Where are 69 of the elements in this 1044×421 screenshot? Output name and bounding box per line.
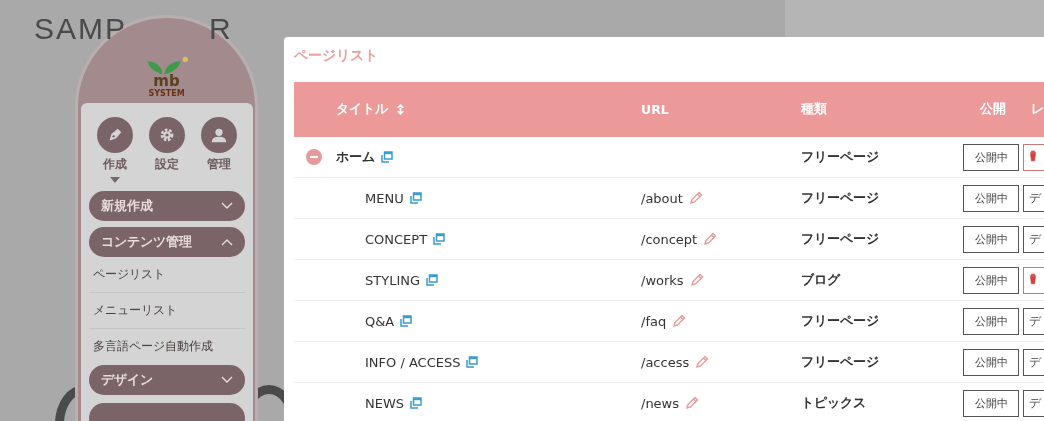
design-button[interactable]: デ	[1023, 307, 1044, 335]
menu-section[interactable]: 新規作成	[88, 191, 245, 221]
pencil-icon[interactable]	[689, 273, 704, 287]
page-url: /access	[641, 354, 690, 370]
design-button[interactable]: デ	[1023, 389, 1044, 417]
design-button[interactable]: デ	[1023, 225, 1044, 253]
page-type: ブログ	[801, 271, 840, 289]
publish-status-button[interactable]: 公開中	[963, 348, 1019, 376]
sort-icon[interactable]	[396, 103, 405, 116]
design-button[interactable]: デ	[1023, 348, 1044, 376]
page-type: フリーページ	[801, 148, 879, 166]
new-window-icon[interactable]	[426, 274, 438, 286]
new-window-icon[interactable]	[466, 356, 479, 368]
column-header: 種類	[801, 101, 827, 118]
menu-item[interactable]: メニューリスト	[88, 293, 245, 329]
chevron-up-icon	[220, 238, 233, 246]
menu-section[interactable]: コンテンツ管理	[88, 227, 245, 257]
page-type: フリーページ	[801, 230, 879, 248]
dialog-title: ページリスト	[294, 47, 379, 65]
page-title: INFO / ACCESS	[365, 354, 461, 370]
page-type: フリーページ	[801, 189, 879, 207]
page-type: トピックス	[801, 394, 866, 412]
design-button[interactable]: デ	[1023, 184, 1044, 212]
new-window-icon[interactable]	[381, 151, 393, 163]
column-header: レ	[1031, 101, 1044, 118]
new-window-icon[interactable]	[400, 315, 413, 327]
pencil-icon[interactable]	[672, 314, 687, 328]
publish-status-button[interactable]: 公開中	[963, 143, 1019, 171]
collapse-button[interactable]	[306, 149, 322, 165]
logo-subtext: SYSTEM	[148, 89, 185, 98]
page-url: /about	[641, 190, 683, 206]
page-title: NEWS	[365, 395, 405, 411]
page-title: Q&A	[365, 313, 395, 329]
site-title: R	[209, 14, 233, 44]
pencil-icon[interactable]	[685, 396, 700, 410]
publish-status-button[interactable]: 公開中	[963, 225, 1019, 253]
page-title: STYLING	[365, 272, 420, 288]
new-window-icon[interactable]	[410, 397, 423, 409]
column-header: 公開	[980, 101, 1006, 118]
pencil-icon[interactable]	[703, 232, 718, 246]
page-url: /faq	[641, 313, 667, 329]
pencil-icon[interactable]	[695, 355, 710, 369]
publish-status-button[interactable]: 公開中	[963, 184, 1019, 212]
trash-icon	[1029, 272, 1037, 285]
page-type: フリーページ	[801, 312, 879, 330]
menu-item[interactable]: 多言語ページ自動作成	[88, 329, 245, 359]
trash-icon	[1029, 149, 1037, 162]
publish-status-button[interactable]: 公開中	[963, 266, 1019, 294]
publish-status-button[interactable]: 公開中	[963, 307, 1019, 335]
menu-item[interactable]: ページリスト	[88, 257, 245, 293]
page-title: CONCEPT	[365, 231, 428, 247]
chevron-down-icon	[220, 376, 233, 384]
column-header: URL	[641, 102, 669, 117]
page-url: /news	[641, 395, 680, 411]
page-title: MENU	[365, 190, 404, 206]
page-url: /concept	[641, 231, 698, 247]
page-url: /works	[641, 272, 684, 288]
menu-section[interactable]: デザイン	[88, 365, 245, 395]
person-icon	[209, 126, 228, 144]
settings-icon	[158, 127, 175, 143]
page-type: フリーページ	[801, 353, 879, 371]
page-title: ホーム	[336, 148, 375, 166]
logo-text: mb	[153, 74, 180, 89]
publish-status-button[interactable]: 公開中	[963, 389, 1019, 417]
site-title: SAMP	[34, 14, 128, 44]
new-window-icon[interactable]	[409, 192, 422, 204]
new-window-icon[interactable]	[433, 233, 446, 245]
chevron-down-icon	[220, 202, 233, 210]
pencil-icon[interactable]	[688, 191, 703, 205]
